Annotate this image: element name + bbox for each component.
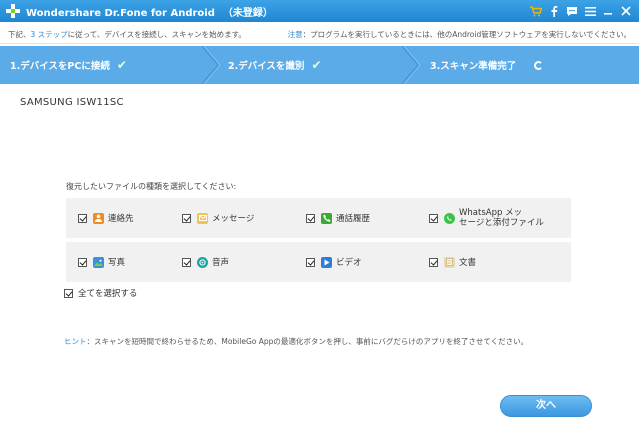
file-type-label: ビデオ [336, 258, 362, 268]
info-bar: 下記、3 ステップに従って、デバイスを接続し、スキャンを始めます。 注意：プログ… [0, 22, 639, 44]
file-type-whatsapp[interactable]: WhatsApp メッ セージと添付ファイル [429, 198, 544, 238]
warning-link[interactable]: 注意 [288, 30, 303, 39]
file-type-label: 連絡先 [108, 214, 134, 224]
step-separator-icon [201, 46, 221, 84]
step-ready-to-scan: 3.スキャン準備完了 [430, 46, 544, 84]
close-icon[interactable] [619, 4, 633, 18]
file-type-label: WhatsApp メッ セージと添付ファイル [459, 208, 544, 228]
step-separator-icon [401, 46, 421, 84]
file-type-audio[interactable]: 音声 [182, 242, 229, 282]
facebook-icon[interactable] [547, 4, 561, 18]
file-type-label: 通話履歴 [336, 214, 371, 224]
step-done-check-icon: ✔ [116, 58, 127, 72]
step-connect-device: 1.デバイスをPCに接続 ✔ [10, 58, 127, 72]
video-checkbox[interactable] [306, 257, 315, 267]
file-type-contacts[interactable]: 連絡先 [78, 198, 134, 238]
minimize-icon[interactable] [601, 4, 615, 18]
app-logo-icon [6, 4, 20, 18]
file-type-row: 写真 音声 ビデオ 文書 [66, 242, 571, 282]
messages-icon [197, 212, 208, 224]
instruction-text: 下記、3 ステップに従って、デバイスを接続し、スキャンを始めます。 [8, 30, 246, 39]
hint-link[interactable]: ヒント [64, 337, 87, 346]
app-name: Wondershare Dr.Fone for Android [26, 8, 215, 19]
select-all-label: 全てを選択する [78, 289, 138, 299]
file-type-prompt: 復元したいファイルの種類を選択してください: [66, 182, 237, 191]
file-type-messages[interactable]: メッセージ [182, 198, 254, 238]
step-done-check-icon: ✔ [311, 58, 322, 72]
hint-text: ヒント：スキャンを短時間で終わらせるため、MobileGo Appの最適化ボタン… [64, 337, 529, 346]
messages-checkbox[interactable] [182, 213, 191, 223]
cart-icon[interactable] [529, 4, 543, 18]
documents-checkbox[interactable] [429, 257, 438, 267]
call-log-checkbox[interactable] [306, 213, 315, 223]
warning-text: 注意：プログラムを実行しているときには、他のAndroid管理ソフトウェアを実行… [287, 30, 631, 39]
window-title: Wondershare Dr.Fone for Android （未登録） [26, 4, 273, 19]
photos-icon [93, 256, 104, 268]
steps-progress-bar: 1.デバイスをPCに接続 ✔ 2.デバイスを識別 ✔ 3.スキャン準備完了 [0, 46, 639, 84]
select-all-box[interactable] [64, 288, 73, 298]
file-type-row: 連絡先 メッセージ 通話履歴 WhatsApp メッ セージと添付ファイル [66, 198, 571, 238]
loading-spinner-icon [534, 60, 544, 70]
file-type-label: メッセージ [212, 214, 255, 224]
whatsapp-checkbox[interactable] [429, 213, 438, 223]
documents-icon [444, 256, 455, 268]
call-log-icon [321, 212, 332, 224]
device-name: SAMSUNG ISW11SC [20, 97, 124, 108]
title-bar: Wondershare Dr.Fone for Android （未登録） [0, 0, 639, 22]
next-button[interactable]: 次へ [500, 395, 592, 417]
menu-icon[interactable] [583, 4, 597, 18]
file-type-panel: 連絡先 メッセージ 通話履歴 WhatsApp メッ セージと添付ファイル 写真… [66, 198, 571, 283]
select-all-checkbox[interactable]: 全てを選択する [64, 287, 137, 299]
registration-badge: （未登録） [222, 8, 273, 19]
file-type-documents[interactable]: 文書 [429, 242, 476, 282]
file-type-label: 音声 [212, 258, 230, 268]
whatsapp-icon [444, 212, 455, 224]
audio-checkbox[interactable] [182, 257, 191, 267]
contacts-icon [93, 212, 104, 224]
three-steps-link[interactable]: 3 ステップ [31, 30, 68, 39]
file-type-photos[interactable]: 写真 [78, 242, 125, 282]
file-type-label: 文書 [459, 258, 477, 268]
contacts-checkbox[interactable] [78, 213, 87, 223]
video-icon [321, 256, 332, 268]
file-type-video[interactable]: ビデオ [306, 242, 362, 282]
audio-icon [197, 256, 208, 268]
photos-checkbox[interactable] [78, 257, 87, 267]
file-type-call-log[interactable]: 通話履歴 [306, 198, 370, 238]
file-type-label: 写真 [108, 258, 126, 268]
step-identify-device: 2.デバイスを識別 ✔ [228, 58, 322, 72]
feedback-icon[interactable] [565, 4, 579, 18]
